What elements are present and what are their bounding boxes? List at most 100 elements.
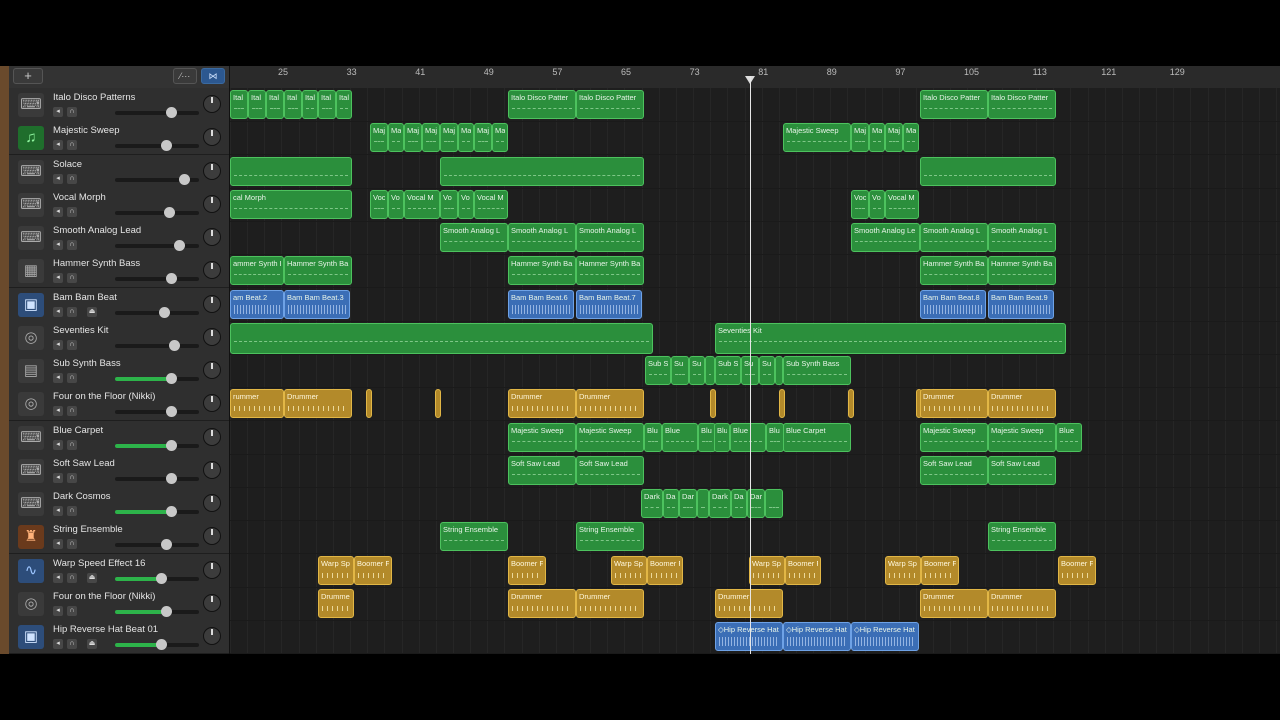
track-name[interactable]: Hammer Synth Bass <box>53 258 140 269</box>
region[interactable] <box>765 489 783 518</box>
region[interactable] <box>775 356 783 385</box>
region[interactable]: Warp Sp <box>318 555 354 585</box>
region[interactable]: String Ensemble <box>576 522 644 552</box>
headphones-icon[interactable]: ∩ <box>67 339 77 350</box>
headphones-icon[interactable]: ∩ <box>67 373 77 383</box>
region[interactable] <box>705 356 715 385</box>
headphones-icon[interactable]: ∩ <box>67 439 77 450</box>
region[interactable]: Bam Bam Beat.6 <box>508 289 574 319</box>
volume-slider[interactable] <box>115 173 199 185</box>
region[interactable]: Drummer <box>284 389 352 419</box>
volume-knob[interactable] <box>178 173 190 185</box>
region[interactable]: Italo Disco Patter <box>920 90 988 119</box>
region[interactable]: Smooth Analog L <box>508 223 576 252</box>
region[interactable]: Smooth Analog L <box>988 223 1056 252</box>
region[interactable] <box>920 156 1056 186</box>
pan-knob[interactable] <box>203 394 221 413</box>
region[interactable]: Italo Disco Patter <box>508 90 576 119</box>
region[interactable]: Ital <box>302 90 318 119</box>
region[interactable]: Soft Saw Lead <box>988 455 1056 485</box>
track-header[interactable]: ◎ Four on the Floor (Nikki) ◂ ∩ <box>9 586 229 621</box>
region[interactable]: Drumme <box>318 588 354 618</box>
region[interactable]: Maj <box>422 123 440 153</box>
volume-slider[interactable] <box>115 539 199 551</box>
track-lane[interactable] <box>230 387 1280 422</box>
region[interactable]: Warp Sp <box>749 555 785 585</box>
region[interactable]: Bam Bam Beat.8 <box>920 289 986 319</box>
region[interactable] <box>779 389 785 419</box>
volume-slider[interactable] <box>115 306 199 318</box>
mute-icon[interactable]: ◂ <box>53 506 63 516</box>
track-name[interactable]: Four on the Floor (Nikki) <box>53 591 155 602</box>
track-header[interactable]: ⌨ Dark Cosmos ◂ ∩ <box>9 487 229 521</box>
headphones-icon[interactable]: ∩ <box>67 572 77 583</box>
region[interactable]: Hammer Synth Ba <box>508 256 576 286</box>
region[interactable]: Ital <box>266 90 284 119</box>
region[interactable]: Ital <box>248 90 266 119</box>
input-monitor-icon[interactable]: ⏏ <box>87 639 97 649</box>
region[interactable] <box>697 489 709 518</box>
region[interactable]: Blu <box>766 422 784 452</box>
headphones-icon[interactable]: ∩ <box>67 240 77 250</box>
region[interactable] <box>710 389 716 419</box>
volume-knob[interactable] <box>161 605 173 617</box>
pan-knob[interactable] <box>203 228 221 246</box>
region[interactable]: ◇Hip Reverse Hat <box>715 622 783 651</box>
track-lane[interactable] <box>230 520 1280 555</box>
track-header[interactable]: ∿ Warp Speed Effect 16 ◂ ∩ ⏏ <box>9 553 229 588</box>
mute-icon[interactable]: ◂ <box>53 173 63 184</box>
mute-icon[interactable]: ◂ <box>53 306 63 317</box>
catch-playhead-button[interactable]: ⋈ <box>201 68 225 84</box>
region[interactable]: Majestic Sweep <box>783 123 851 153</box>
track-header[interactable]: ⌨ Solace ◂ ∩ <box>9 154 229 189</box>
headphones-icon[interactable]: ∩ <box>67 639 77 649</box>
volume-knob[interactable] <box>166 107 178 118</box>
track-lane[interactable] <box>230 288 1280 322</box>
volume-slider[interactable] <box>115 472 199 484</box>
region[interactable] <box>848 389 854 419</box>
region[interactable]: ◇Hip Reverse Hat <box>851 622 919 651</box>
track-header[interactable]: ▤ Sub Synth Bass ◂ ∩ <box>9 354 229 388</box>
track-name[interactable]: Solace <box>53 159 82 170</box>
region[interactable]: ◇Hip Reverse Hat <box>783 622 851 651</box>
region[interactable]: Su <box>671 356 689 385</box>
pan-knob[interactable] <box>203 294 221 313</box>
headphones-icon[interactable]: ∩ <box>67 206 77 217</box>
region[interactable]: Vocal M <box>474 189 508 219</box>
track-header[interactable]: ⌨ Soft Saw Lead ◂ ∩ <box>9 453 229 488</box>
region[interactable]: Blu <box>644 422 662 452</box>
region[interactable]: Drummer <box>988 389 1056 419</box>
pan-knob[interactable] <box>203 593 221 612</box>
region[interactable]: Hammer Synth Ba <box>576 256 644 286</box>
region[interactable]: am Beat.2 <box>230 289 284 319</box>
volume-knob[interactable] <box>166 373 178 384</box>
pan-knob[interactable] <box>203 361 221 379</box>
region[interactable]: Ital <box>336 90 352 119</box>
track-name[interactable]: Bam Bam Beat <box>53 292 117 303</box>
region[interactable]: Bam Bam Beat.7 <box>576 289 642 319</box>
track-name[interactable]: Warp Speed Effect 16 <box>53 558 145 569</box>
volume-knob[interactable] <box>168 339 180 351</box>
track-name[interactable]: Italo Disco Patterns <box>53 92 135 103</box>
region[interactable]: Boomer F <box>354 555 392 585</box>
region[interactable]: Soft Saw Lead <box>508 455 576 485</box>
volume-knob[interactable] <box>161 539 173 551</box>
volume-slider[interactable] <box>115 605 199 617</box>
region[interactable]: Dar <box>679 489 697 518</box>
volume-slider[interactable] <box>115 240 199 251</box>
region[interactable]: Sub S <box>715 356 741 385</box>
region[interactable]: Drummer <box>576 389 644 419</box>
track-name[interactable]: Soft Saw Lead <box>53 458 115 469</box>
volume-slider[interactable] <box>115 373 199 384</box>
headphones-icon[interactable]: ∩ <box>67 173 77 184</box>
region[interactable]: Majestic Sweep <box>508 422 576 452</box>
region[interactable]: Maj <box>388 123 404 153</box>
volume-slider[interactable] <box>115 273 199 285</box>
pan-knob[interactable] <box>203 128 221 147</box>
region[interactable]: Bam Bam Beat.9 <box>988 289 1054 319</box>
region[interactable]: Drummer <box>508 389 576 419</box>
track-header[interactable]: ▦ Hammer Synth Bass ◂ ∩ <box>9 254 229 289</box>
region[interactable]: Maj <box>474 123 492 153</box>
mute-icon[interactable]: ◂ <box>53 539 63 550</box>
volume-knob[interactable] <box>166 406 178 418</box>
